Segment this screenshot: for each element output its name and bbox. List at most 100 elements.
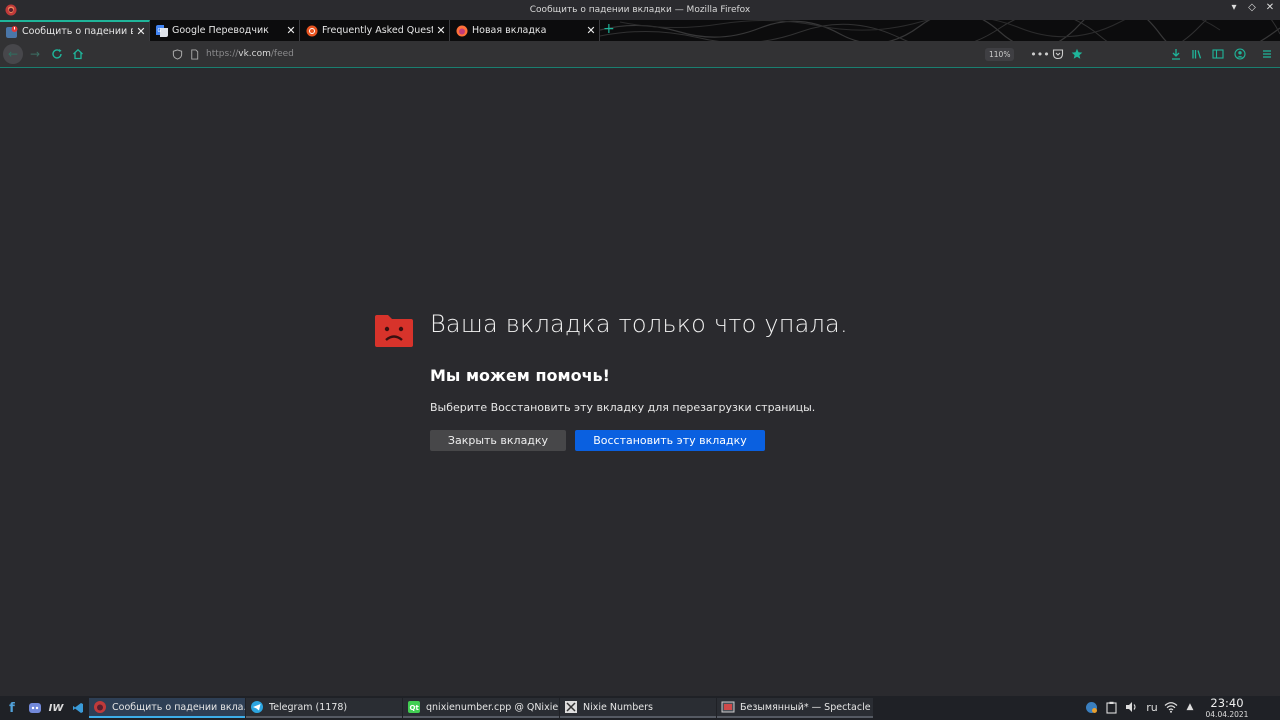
vscode-icon [73,703,83,713]
task-label: Telegram (1178) [269,701,348,713]
tab-label: Google Переводчик [172,25,269,36]
taskbar: f IW Сообщить о падении вкла... Telegram… [0,696,1280,720]
wifi-icon [1164,702,1178,713]
crash-page: Ваша вкладка только что упала. Мы можем … [0,68,1280,696]
tab-strip: Сообщить о падении вкладки ✕ G Google Пе… [0,20,1280,41]
tab-new[interactable]: Новая вкладка ✕ [450,20,600,41]
sidebar-icon [1212,49,1224,59]
restore-tab-button[interactable]: Восстановить эту вкладку [575,430,765,451]
bookmark-star-button[interactable] [1067,44,1087,64]
close-tab-icon[interactable]: ✕ [433,24,449,37]
pocket-icon [1052,49,1064,60]
page-info-icon[interactable] [189,48,200,60]
window-controls: ▾ ◇ ✕ [1228,2,1276,13]
download-icon [1172,49,1180,60]
close-tab-icon[interactable]: ✕ [133,25,149,38]
sad-folder-icon [375,315,413,347]
arrow-right-icon: → [29,47,41,61]
url-text[interactable]: https://vk.com/feed [206,49,294,59]
firefox-icon [456,25,468,36]
theme-pattern [600,20,1280,41]
tab-crash-report[interactable]: Сообщить о падении вкладки ✕ [0,20,150,41]
crash-title: Ваша вкладка только что упала. [430,310,848,338]
shield-icon[interactable] [172,48,183,60]
sidebar-button[interactable] [1208,44,1228,64]
spectacle-icon [721,701,735,713]
close-window-button[interactable]: ✕ [1264,2,1276,13]
tab-label: Новая вкладка [472,25,547,36]
google-translate-icon: G [156,24,168,37]
firefox-icon [94,701,106,713]
discord-icon [29,703,41,713]
account-icon [1234,48,1246,60]
show-hidden-icons-button[interactable]: ▲ [1183,700,1197,714]
arrow-left-icon: ← [7,47,19,61]
forward-button[interactable]: → [25,44,45,64]
star-icon [1071,48,1083,59]
globe-update-icon [1085,701,1097,713]
close-tab-icon[interactable]: ✕ [583,24,599,37]
telegram-icon [251,701,263,713]
crash-subtitle: Мы можем помочь! [430,366,610,385]
reload-icon [52,49,62,59]
task-label: Nixie Numbers [583,701,653,713]
svg-text:Qt: Qt [410,704,420,712]
hamburger-menu-icon [1263,50,1271,58]
clock[interactable]: 23:40 04.04.2021 [1198,696,1256,720]
network-tray-icon[interactable] [1164,700,1178,714]
downloads-button[interactable] [1166,44,1186,64]
chevron-up-icon: ▲ [1186,702,1194,712]
window-titlebar: Сообщить о падении вкладки — Mozilla Fir… [0,0,1280,20]
nixie-app-icon [565,701,577,713]
close-tab-icon[interactable]: ✕ [283,24,299,37]
more-horizontal-icon: ••• [1030,47,1050,61]
task-label: Безымянный* — Spectacle [740,701,871,713]
back-button[interactable]: ← [3,44,23,64]
task-label: qnixienumber.cpp @ QNixie... [426,701,559,713]
clock-date: 04.04.2021 [1205,710,1249,719]
update-tray-icon[interactable] [1084,700,1098,714]
crash-description: Выберите Восстановить эту вкладку для пе… [430,401,816,414]
clock-time: 23:40 [1210,696,1244,710]
discord-launcher[interactable] [27,700,43,716]
minimize-button[interactable]: ▾ [1228,2,1240,13]
account-button[interactable] [1230,44,1250,64]
library-icon [1192,50,1202,59]
jetbrains-launcher-icon[interactable]: IW [48,700,64,716]
task-qtcreator[interactable]: Qt qnixienumber.cpp @ QNixie... [403,698,559,718]
ubuntu-icon [306,25,318,36]
task-nixie[interactable]: Nixie Numbers [560,698,716,718]
vk-crash-icon [6,25,18,38]
firefox-app-icon [5,4,17,16]
task-label: Сообщить о падении вкла... [112,701,245,713]
home-button[interactable] [68,44,88,64]
reload-button[interactable] [47,44,67,64]
pocket-button[interactable] [1048,44,1068,64]
volume-tray-icon[interactable] [1124,700,1138,714]
qtcreator-icon: Qt [408,701,420,713]
task-spectacle[interactable]: Безымянный* — Spectacle [717,698,873,718]
window-title: Сообщить о падении вкладки — Mozilla Fir… [529,5,751,15]
library-button[interactable] [1187,44,1207,64]
vscode-launcher[interactable] [70,700,86,716]
maximize-button[interactable]: ◇ [1246,2,1258,13]
tab-label: Frequently Asked Questions [322,25,433,36]
speaker-icon [1125,702,1136,712]
close-tab-button[interactable]: Закрыть вкладку [430,430,566,451]
home-icon [73,48,83,60]
url-bar[interactable]: https://vk.com/feed [166,44,1024,64]
fedora-menu-icon[interactable]: f [4,700,20,716]
clipboard-tray-icon[interactable] [1104,700,1118,714]
page-actions-button[interactable]: ••• [1030,44,1050,64]
navigation-toolbar: ← → https://vk.com/feed 110% ••• [0,41,1280,68]
tab-label: Сообщить о падении вкладки [22,26,133,37]
new-tab-button[interactable]: + [603,21,615,37]
menu-button[interactable] [1257,44,1277,64]
svg-text:G: G [158,28,162,34]
task-telegram[interactable]: Telegram (1178) [246,698,402,718]
task-firefox[interactable]: Сообщить о падении вкла... [89,698,245,718]
tab-faq[interactable]: Frequently Asked Questions ✕ [300,20,450,41]
tab-google-translate[interactable]: G Google Переводчик ✕ [150,20,300,41]
zoom-level-badge[interactable]: 110% [985,48,1015,61]
keyboard-layout-indicator[interactable]: ru [1144,700,1160,714]
